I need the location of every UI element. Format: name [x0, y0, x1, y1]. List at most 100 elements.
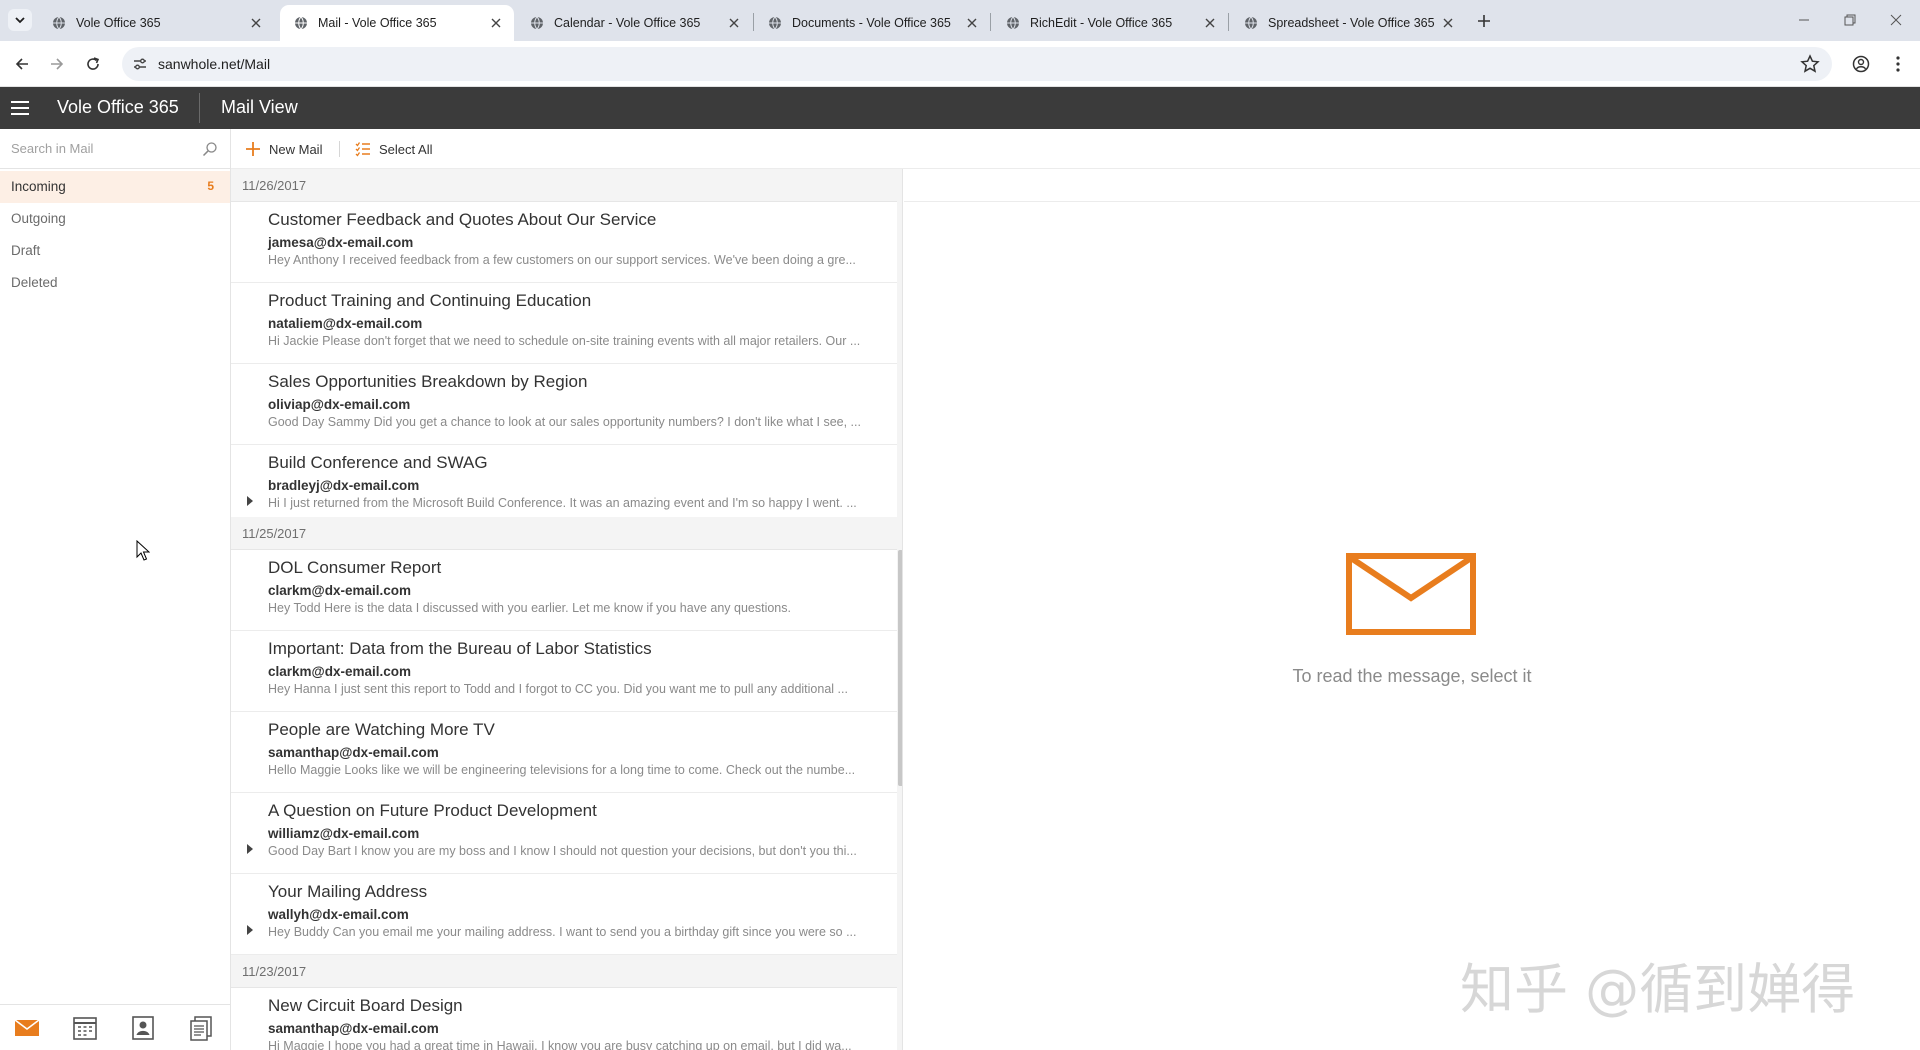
mail-subject: Sales Opportunities Breakdown by Region: [268, 372, 588, 391]
select-all-button[interactable]: Select All: [355, 139, 432, 159]
date-group-header: 11/23/2017: [231, 955, 897, 988]
module-switcher: [0, 1004, 230, 1050]
folder-deleted[interactable]: Deleted: [0, 267, 230, 299]
close-icon[interactable]: [1202, 15, 1218, 31]
folder-label: Draft: [11, 243, 41, 258]
restore-button[interactable]: [1836, 8, 1864, 32]
tab-search-button[interactable]: [8, 9, 32, 31]
site-settings-icon[interactable]: [132, 56, 148, 72]
scrollbar-thumb[interactable]: [898, 550, 902, 786]
expand-thread-icon[interactable]: [245, 924, 255, 936]
minimize-icon: [1799, 19, 1809, 21]
mail-preview: Hey Hanna I just sent this report to Tod…: [268, 682, 848, 696]
mail-sender: clarkm@dx-email.com: [268, 583, 411, 598]
bookmark-star-icon[interactable]: [1800, 54, 1820, 74]
search-placeholder: Search in Mail: [11, 141, 94, 156]
date-group-header: 11/26/2017: [231, 169, 897, 202]
close-icon[interactable]: [726, 15, 742, 31]
close-icon[interactable]: [1440, 15, 1456, 31]
mail-sender: williamz@dx-email.com: [268, 826, 420, 841]
tab-label: Calendar - Vole Office 365: [554, 16, 701, 30]
search-input[interactable]: Search in Mail: [0, 129, 230, 169]
new-mail-button[interactable]: New Mail: [245, 139, 322, 159]
mail-item[interactable]: Product Training and Continuing Educatio…: [231, 283, 897, 364]
browser-tab-strip: Vole Office 365 Mail - Vole Office 365 C…: [0, 0, 1920, 41]
mail-subject: Product Training and Continuing Educatio…: [268, 291, 592, 310]
close-icon[interactable]: [248, 15, 264, 31]
mail-subject: Build Conference and SWAG: [268, 453, 488, 472]
mail-sender: nataliem@dx-email.com: [268, 316, 423, 331]
mail-preview: Hi Jackie Please don't forget that we ne…: [268, 334, 861, 348]
folder-incoming[interactable]: Incoming 5: [0, 171, 230, 203]
profile-button[interactable]: [1849, 52, 1873, 76]
tab-label: Documents - Vole Office 365: [792, 16, 951, 30]
mail-icon[interactable]: [14, 1015, 40, 1041]
folder-outgoing[interactable]: Outgoing: [0, 203, 230, 235]
minimize-button[interactable]: [1790, 8, 1818, 32]
forward-button[interactable]: [45, 52, 69, 76]
mail-item[interactable]: Customer Feedback and Quotes About Our S…: [231, 202, 897, 283]
mail-subject: DOL Consumer Report: [268, 558, 442, 577]
window-close-button[interactable]: [1882, 8, 1910, 32]
mail-list: 11/26/2017 Customer Feedback and Quotes …: [231, 169, 903, 1050]
globe-icon: [1007, 16, 1019, 30]
select-all-label: Select All: [379, 141, 433, 157]
expand-thread-icon[interactable]: [245, 495, 255, 507]
mail-preview: Hey Buddy Can you email me your mailing …: [268, 925, 857, 939]
globe-icon: [53, 16, 65, 30]
header-divider: [199, 93, 200, 123]
mail-item[interactable]: Your Mailing Address wallyh@dx-email.com…: [231, 874, 897, 955]
mouse-cursor-icon: [136, 540, 150, 561]
mail-preview: Hi Maggie I hope you had a great time in…: [268, 1039, 852, 1050]
search-icon[interactable]: [202, 141, 218, 157]
folder-label: Outgoing: [11, 211, 66, 226]
close-icon: [1890, 14, 1902, 26]
mail-sidebar: Search in Mail Incoming 5 Outgoing Draft…: [0, 129, 231, 1050]
documents-icon[interactable]: [188, 1015, 214, 1041]
hamburger-menu-icon[interactable]: [10, 99, 30, 117]
contacts-icon[interactable]: [130, 1015, 156, 1041]
close-icon[interactable]: [488, 15, 504, 31]
mail-item[interactable]: Important: Data from the Bureau of Labor…: [231, 631, 897, 712]
watermark-text: 知乎 @循到婵得: [1460, 958, 1856, 1021]
tab-mail[interactable]: Mail - Vole Office 365: [280, 5, 514, 41]
mail-subject: A Question on Future Product Development: [268, 801, 597, 820]
folder-draft[interactable]: Draft: [0, 235, 230, 267]
new-tab-button[interactable]: [1472, 9, 1496, 33]
mail-item[interactable]: People are Watching More TV samanthap@dx…: [231, 712, 897, 793]
globe-icon: [295, 16, 307, 30]
unread-count-badge: 5: [207, 179, 214, 193]
tab-calendar[interactable]: Calendar - Vole Office 365: [516, 5, 752, 41]
tab-label: RichEdit - Vole Office 365: [1030, 16, 1173, 30]
mail-item[interactable]: Build Conference and SWAG bradleyj@dx-em…: [231, 445, 897, 526]
reload-icon: [87, 57, 100, 70]
restore-icon: [1844, 14, 1856, 26]
empty-reading-message: To read the message, select it: [1292, 666, 1532, 686]
reload-button[interactable]: [81, 52, 105, 76]
mail-item[interactable]: New Circuit Board Design samanthap@dx-em…: [231, 988, 897, 1050]
checklist-icon: [355, 142, 370, 157]
browser-menu-button[interactable]: [1886, 52, 1910, 76]
close-icon[interactable]: [964, 15, 980, 31]
tab-richedit[interactable]: RichEdit - Vole Office 365: [992, 5, 1228, 41]
mail-sender: clarkm@dx-email.com: [268, 664, 411, 679]
expand-thread-icon[interactable]: [245, 843, 255, 855]
calendar-icon[interactable]: [72, 1015, 98, 1041]
address-bar[interactable]: sanwhole.net/Mail: [122, 47, 1832, 81]
more-vertical-icon: [1896, 56, 1900, 72]
back-button[interactable]: [10, 52, 34, 76]
tab-documents[interactable]: Documents - Vole Office 365: [754, 5, 990, 41]
mail-preview: Good Day Bart I know you are my boss and…: [268, 844, 857, 858]
tab-vole-office[interactable]: Vole Office 365: [38, 5, 274, 41]
tab-label: Mail - Vole Office 365: [318, 16, 437, 30]
globe-icon: [769, 16, 781, 30]
new-mail-label: New Mail: [269, 141, 323, 157]
mail-subject: Important: Data from the Bureau of Labor…: [268, 639, 652, 658]
mail-item[interactable]: Sales Opportunities Breakdown by Region …: [231, 364, 897, 445]
tab-label: Vole Office 365: [76, 16, 161, 30]
mail-item[interactable]: DOL Consumer Report clarkm@dx-email.com …: [231, 550, 897, 631]
tab-spreadsheet[interactable]: Spreadsheet - Vole Office 365: [1230, 5, 1466, 41]
mail-preview: Hey Anthony I received feedback from a f…: [268, 253, 856, 267]
mail-item[interactable]: A Question on Future Product Development…: [231, 793, 897, 874]
mail-sender: jamesa@dx-email.com: [268, 235, 414, 250]
